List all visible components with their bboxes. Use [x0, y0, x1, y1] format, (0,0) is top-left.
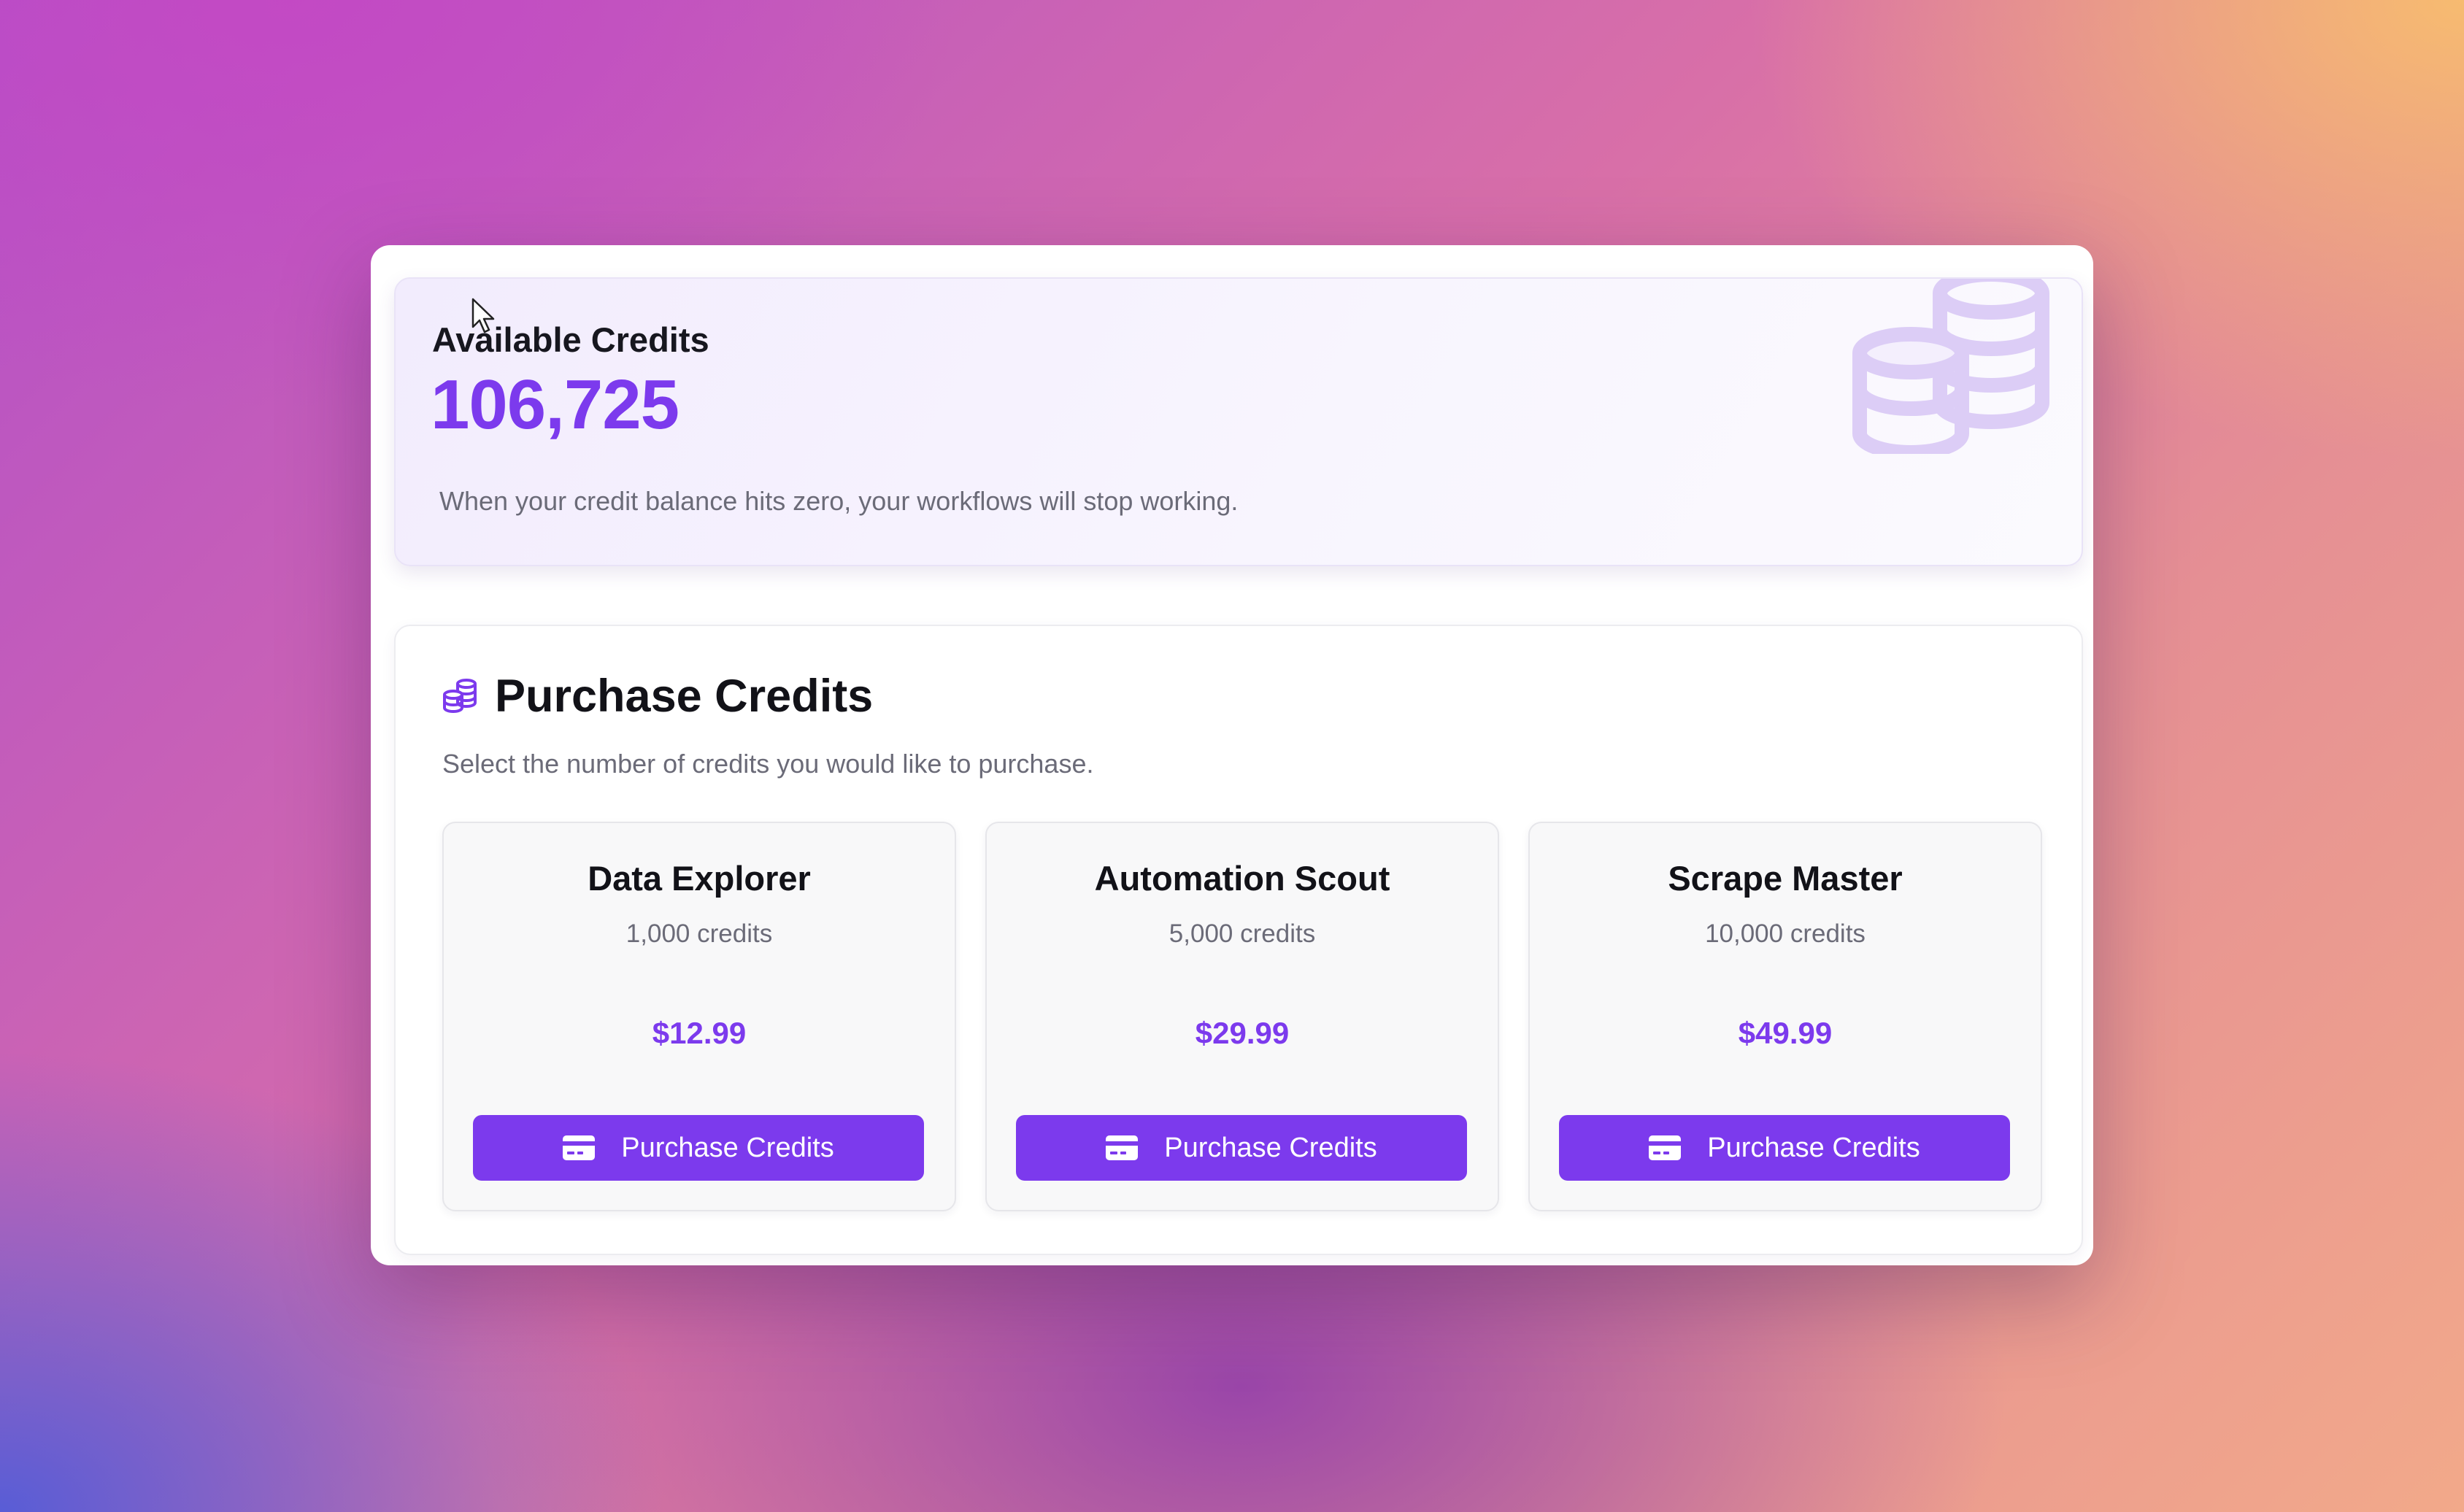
purchase-credits-button[interactable]: Purchase Credits — [1016, 1115, 1467, 1181]
plan-name: Data Explorer — [588, 859, 811, 898]
purchase-credits-title: Purchase Credits — [495, 671, 874, 722]
plan-card-data-explorer: Data Explorer 1,000 credits $12.99 Purch… — [442, 822, 956, 1211]
mouse-cursor-icon — [471, 298, 495, 333]
credit-balance-value: 106,725 — [431, 366, 679, 444]
available-credits-card: Available Credits 106,725 When your cred… — [394, 277, 2083, 566]
credit-balance-note: When your credit balance hits zero, your… — [439, 486, 1239, 516]
purchase-credits-button[interactable]: Purchase Credits — [473, 1115, 924, 1181]
plan-credits: 5,000 credits — [1169, 919, 1316, 948]
purchase-credits-button[interactable]: Purchase Credits — [1559, 1115, 2010, 1181]
plan-price: $12.99 — [652, 1016, 747, 1050]
plan-price: $49.99 — [1738, 1016, 1833, 1050]
plan-price: $29.99 — [1195, 1016, 1290, 1050]
plan-credits: 10,000 credits — [1705, 919, 1866, 948]
coins-icon — [443, 679, 477, 713]
plan-name: Scrape Master — [1668, 859, 1903, 898]
coins-icon — [1852, 279, 2049, 454]
credits-window: Available Credits 106,725 When your cred… — [371, 245, 2093, 1265]
plan-card-scrape-master: Scrape Master 10,000 credits $49.99 Purc… — [1528, 822, 2042, 1211]
purchase-credits-button-label: Purchase Credits — [1164, 1132, 1377, 1163]
plan-credits: 1,000 credits — [625, 919, 773, 948]
credit-card-icon — [1649, 1135, 1682, 1160]
purchase-credits-button-label: Purchase Credits — [1707, 1132, 1920, 1163]
credit-card-icon — [1106, 1135, 1139, 1160]
plan-name: Automation Scout — [1094, 859, 1390, 898]
purchase-credits-subtitle: Select the number of credits you would l… — [442, 749, 1094, 779]
credit-card-icon — [563, 1135, 596, 1160]
purchase-credits-header: Purchase Credits — [442, 670, 873, 722]
purchase-credits-section: Purchase Credits Select the number of cr… — [394, 625, 2083, 1255]
plan-card-automation-scout: Automation Scout 5,000 credits $29.99 Pu… — [985, 822, 1499, 1211]
purchase-credits-button-label: Purchase Credits — [621, 1132, 834, 1163]
plan-list: Data Explorer 1,000 credits $12.99 Purch… — [442, 822, 2042, 1211]
